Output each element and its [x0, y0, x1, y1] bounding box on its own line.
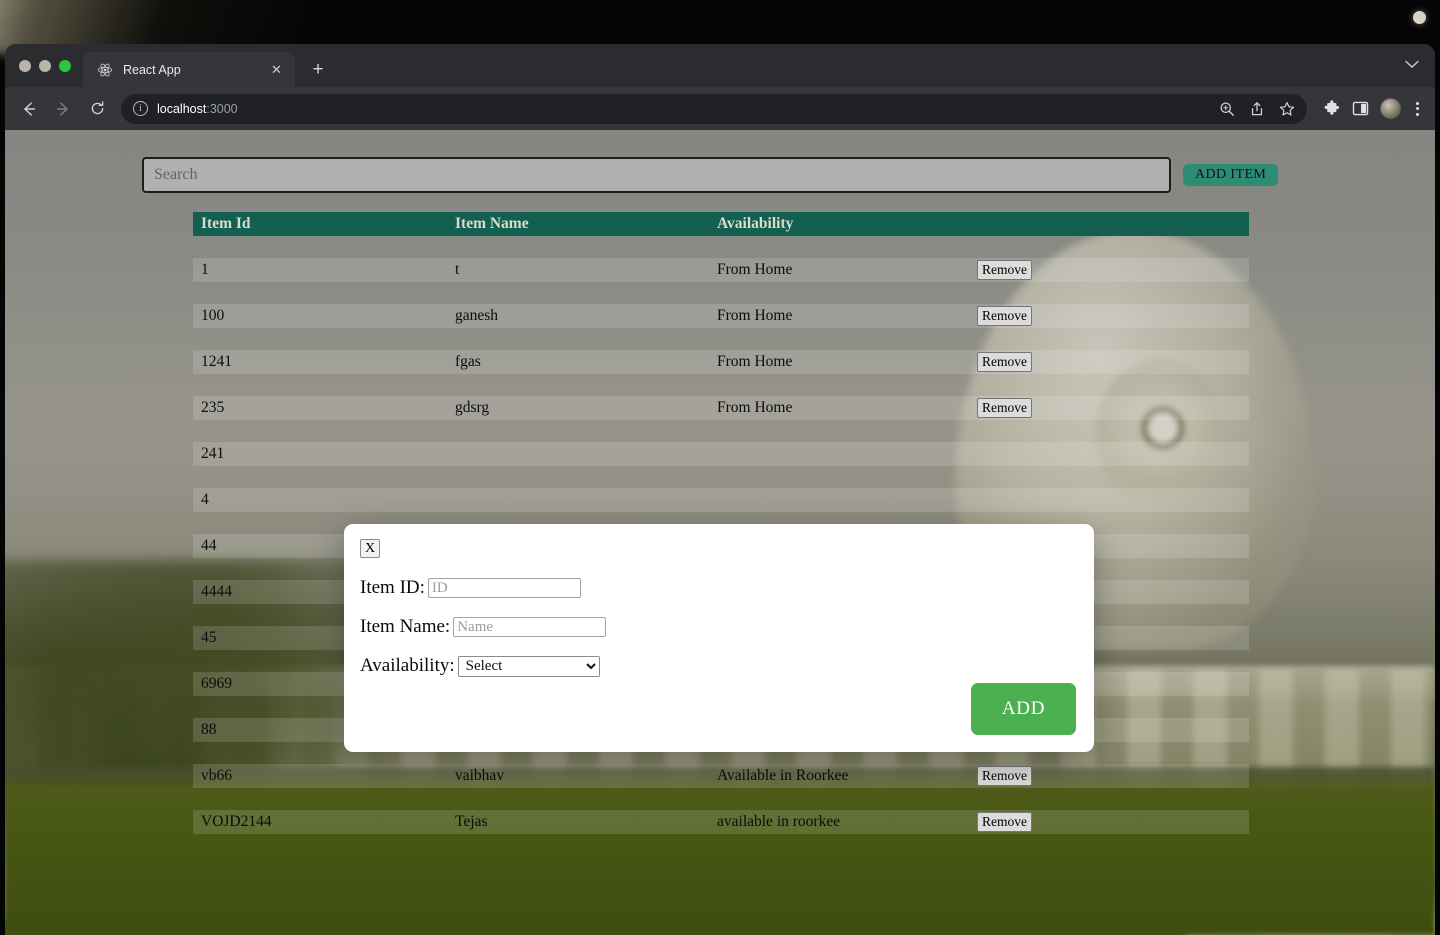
browser-window: React App ✕ + i localhost:3000 Search AD…	[5, 44, 1435, 935]
window-minimize-icon[interactable]	[39, 59, 51, 72]
cell-actions: Remove	[977, 260, 1249, 280]
url-port: :3000	[206, 101, 238, 116]
cell-item-id: VOJD2144	[201, 813, 272, 830]
cell-availability: From Home	[717, 261, 793, 278]
cell-item-id: 235	[201, 399, 225, 416]
toolbar-right-actions	[1317, 98, 1423, 119]
remove-button[interactable]: Remove	[977, 306, 1032, 326]
modal-close-button[interactable]: X	[360, 539, 381, 559]
cell-item-name: gdsrg	[455, 399, 490, 416]
tab-title: React App	[123, 62, 181, 77]
window-traffic-lights	[17, 44, 83, 87]
remove-button[interactable]: Remove	[977, 812, 1032, 832]
inventory-app: ADD ITEM Item Id Item Name Availability …	[5, 130, 1435, 935]
cell-availability: From Home	[717, 399, 793, 416]
cell-item-name: ganesh	[455, 307, 499, 324]
address-bar[interactable]: i localhost:3000	[121, 93, 1307, 124]
table-row: 1 t From Home Remove	[193, 258, 1249, 282]
table-row: 1241 fgas From Home Remove	[193, 350, 1249, 374]
cell-item-name: vaibhav	[455, 767, 505, 784]
cell-item-id: 4	[201, 491, 209, 508]
app-toolbar: ADD ITEM	[142, 157, 1302, 193]
tab-close-icon[interactable]: ✕	[268, 61, 285, 78]
page-viewport: ADD ITEM Item Id Item Name Availability …	[5, 130, 1435, 935]
column-header-item-name: Item Name	[455, 215, 529, 232]
react-logo-icon	[97, 62, 113, 78]
browser-toolbar: i localhost:3000	[5, 87, 1435, 130]
modal-add-button[interactable]: ADD	[971, 683, 1076, 735]
zoom-in-icon[interactable]	[1219, 101, 1235, 117]
item-name-input[interactable]	[453, 617, 607, 637]
remove-button[interactable]: Remove	[977, 398, 1032, 418]
cell-availability: available in roorkee	[717, 813, 841, 830]
table-row: 4	[193, 488, 1249, 512]
remove-button[interactable]: Remove	[977, 352, 1032, 372]
remove-button[interactable]: Remove	[977, 766, 1032, 786]
window-maximize-icon[interactable]	[59, 59, 71, 72]
cell-item-id: 1241	[201, 353, 232, 370]
cell-item-name: Tejas	[455, 813, 488, 830]
new-tab-button[interactable]: +	[304, 55, 332, 83]
reload-icon[interactable]	[81, 93, 113, 125]
table-row: VOJD2144 Tejas available in roorkee Remove	[193, 810, 1249, 834]
cell-actions: Remove	[977, 306, 1249, 326]
kebab-menu-icon[interactable]	[1412, 101, 1423, 116]
side-panel-icon[interactable]	[1352, 100, 1369, 117]
address-bar-url: localhost:3000	[157, 102, 238, 116]
form-row-item-id: Item ID:	[360, 577, 581, 599]
info-circle-icon[interactable]: i	[133, 101, 148, 116]
table-row: 235 gdsrg From Home Remove	[193, 396, 1249, 420]
cell-item-id: 241	[201, 445, 225, 462]
profile-avatar-icon[interactable]	[1380, 98, 1401, 119]
add-item-button[interactable]: ADD ITEM	[1183, 164, 1279, 186]
table-row: 241	[193, 442, 1249, 466]
cell-actions: Remove	[977, 812, 1249, 832]
availability-label: Availability:	[360, 655, 455, 676]
column-header-item-id: Item Id	[201, 215, 251, 232]
tab-strip-right	[1405, 44, 1435, 87]
window-close-icon[interactable]	[19, 59, 31, 72]
cell-availability: Available in Roorkee	[717, 767, 849, 784]
cell-actions: Remove	[977, 352, 1249, 372]
puzzle-icon[interactable]	[1323, 99, 1341, 118]
cell-availability: From Home	[717, 307, 793, 324]
availability-select[interactable]: SelectFrom HomeAvailable in CampusAvaila…	[457, 655, 600, 677]
item-name-label: Item Name:	[360, 616, 451, 637]
browser-tab[interactable]: React App ✕	[83, 52, 295, 87]
cell-actions: Remove	[977, 766, 1249, 786]
form-row-item-name: Item Name:	[360, 616, 607, 638]
url-host: localhost	[157, 101, 207, 116]
browser-tab-strip: React App ✕ +	[5, 44, 1435, 87]
cell-availability: From Home	[717, 353, 793, 370]
cell-item-name: t	[455, 261, 460, 278]
chevron-down-icon[interactable]	[1405, 60, 1419, 72]
bookmark-star-icon[interactable]	[1279, 101, 1295, 117]
back-icon[interactable]	[13, 93, 45, 125]
item-id-input[interactable]	[427, 578, 581, 598]
cell-item-id: vb66	[201, 767, 232, 784]
table-header-row: Item Id Item Name Availability	[193, 212, 1249, 236]
item-id-label: Item ID:	[360, 577, 425, 598]
desktop-indicator-dot	[1413, 11, 1426, 24]
cell-item-id: 100	[201, 307, 225, 324]
cell-item-id: 1	[201, 261, 209, 278]
address-bar-actions	[1219, 101, 1295, 117]
cell-item-name: fgas	[455, 353, 481, 370]
table-row: vb66 vaibhav Available in Roorkee Remove	[193, 764, 1249, 788]
table-row: 100 ganesh From Home Remove	[193, 304, 1249, 328]
column-header-availability: Availability	[717, 215, 794, 232]
search-input[interactable]	[142, 157, 1171, 193]
form-row-availability: Availability: SelectFrom HomeAvailable i…	[360, 655, 600, 677]
remove-button[interactable]: Remove	[977, 260, 1032, 280]
share-icon[interactable]	[1249, 101, 1265, 117]
add-item-modal: X Item ID: Item Name: Availability: Sele…	[344, 524, 1094, 752]
forward-icon[interactable]	[47, 93, 79, 125]
cell-actions: Remove	[977, 398, 1249, 418]
